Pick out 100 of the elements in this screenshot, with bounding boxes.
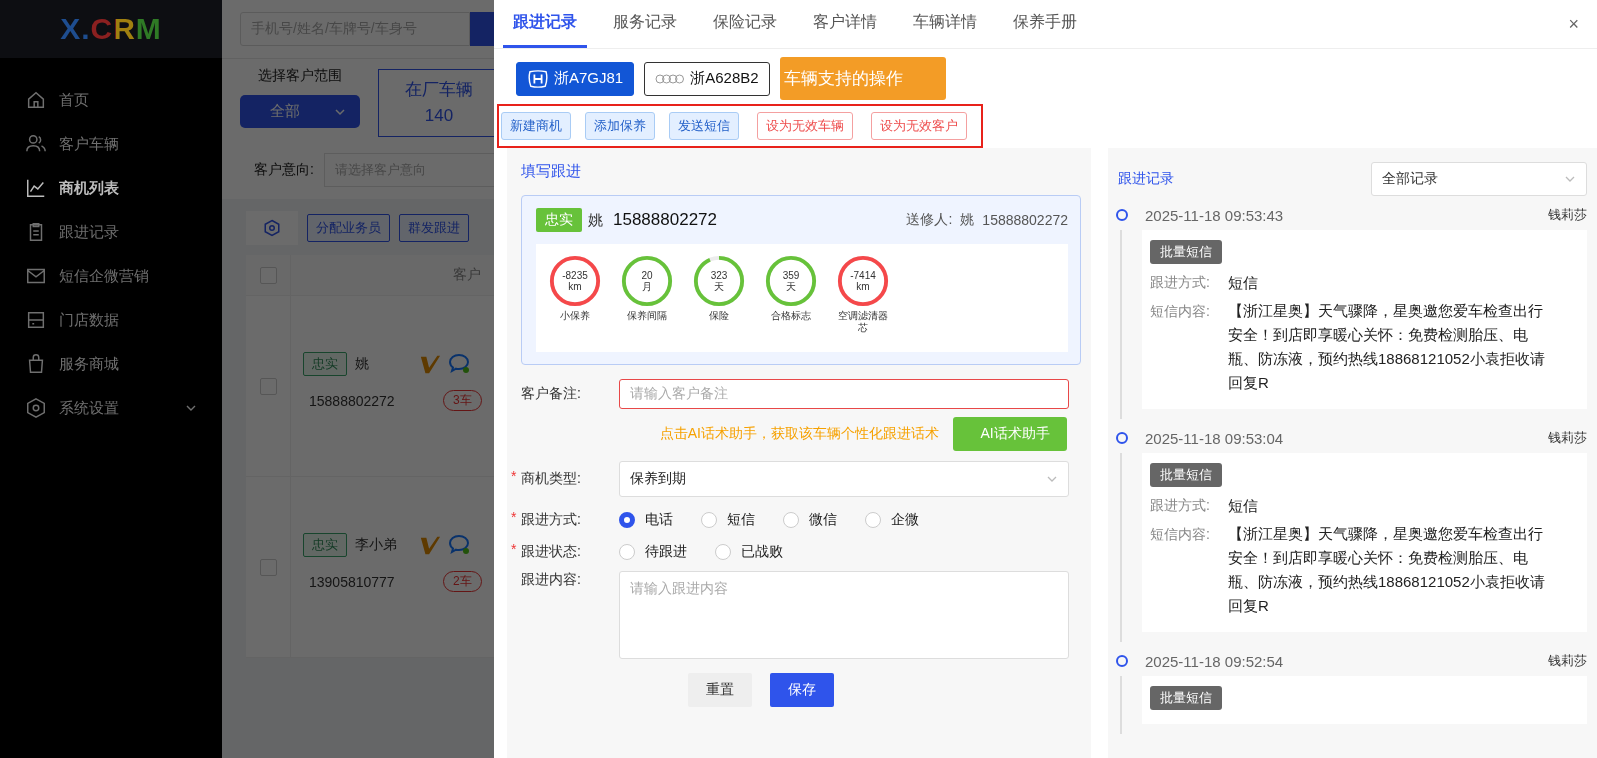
record-tag: 批量短信 [1150, 686, 1222, 710]
gauge-label: 保养间隔 [626, 310, 668, 322]
action-button[interactable]: 添加保养 [585, 112, 655, 140]
field-label: 客户备注: [521, 385, 582, 403]
required-mark: * [511, 468, 518, 484]
radio-option[interactable]: 电话 [619, 511, 673, 529]
timeline-dot [1116, 655, 1128, 667]
sidebar-item[interactable]: 短信企微营销 [0, 254, 222, 298]
section-title: 填写跟进 [521, 162, 582, 181]
menu-icon [25, 177, 47, 199]
customer-tag: 忠实 [303, 352, 347, 376]
record-label: 短信内容: [1150, 303, 1211, 321]
sidebar-item[interactable]: 首页 [0, 78, 222, 122]
chat-icon [447, 533, 471, 557]
progress-ring [765, 255, 817, 307]
tab[interactable]: 客户详情 [803, 0, 887, 48]
customer-phone: 13905810777 [309, 573, 396, 590]
rings-icon [655, 72, 686, 85]
required-mark: * [511, 509, 518, 525]
record-person: 钱莉莎 [1548, 652, 1587, 670]
record-person: 钱莉莎 [1548, 429, 1587, 447]
section-title: 跟进记录 [1118, 170, 1174, 188]
progress-ring [549, 255, 601, 307]
radio-option[interactable]: 短信 [701, 511, 755, 529]
radio-option[interactable]: 企微 [865, 511, 919, 529]
record-time: 2025-11-18 09:52:54 [1145, 652, 1285, 670]
settings-button[interactable] [246, 211, 298, 245]
menu-icon [25, 397, 47, 419]
gauge-label: 保险 [708, 310, 730, 322]
timeline-dot [1116, 432, 1128, 444]
customer-name: 姚 [588, 210, 603, 230]
tab[interactable]: 服务记录 [603, 0, 687, 48]
vehicle-plate[interactable]: 浙A7GJ81 [516, 61, 635, 96]
v-icon [419, 353, 441, 375]
customer-name: 李小弟 [355, 536, 398, 554]
sender-phone: 15888802272 [982, 212, 1068, 228]
field-label: 商机类型: [521, 470, 582, 488]
record-label: 跟进方式: [1150, 274, 1211, 292]
record-tag: 批量短信 [1150, 240, 1222, 264]
progress-ring [621, 255, 673, 307]
gauge-label: 小保养 [559, 310, 591, 322]
sender-label: 送修人: [906, 211, 953, 229]
record-time: 2025-11-18 09:53:04 [1145, 429, 1285, 447]
gauge-value: 359 天 [782, 270, 800, 292]
record-value: 短信 [1228, 497, 1258, 516]
close-button[interactable]: × [1550, 0, 1597, 48]
customer-phone: 15888802272 [613, 210, 717, 230]
record-filter-select[interactable]: 全部记录 [1371, 162, 1587, 196]
radio-option[interactable]: 待跟进 [619, 543, 687, 561]
gauge-label: 空调滤清器芯 [837, 310, 889, 334]
progress-ring [837, 255, 889, 307]
record-message: 【浙江星奥】天气骤降，星奥邀您爱车检查出行安全！到店即享暖心关怀：免费检测胎压、电瓶、防冻液，预约热线18868121052小袁拒收请回复R [1228, 301, 1546, 393]
filter-label: 选择客户范围 [258, 67, 342, 85]
type-select[interactable]: 保养到期 [619, 461, 1069, 497]
record-message: 【浙江星奥】天气骤降，星奥邀您爱车检查出行安全！到店即享暖心关怀：免费检测胎压、电瓶、防冻液，预约热线18868121052小袁拒收请回复R [1228, 524, 1546, 616]
field-label: 跟进方式: [521, 511, 582, 529]
reset-button[interactable]: 重置 [688, 673, 752, 707]
settings-icon [263, 219, 281, 237]
record-label: 跟进方式: [1150, 497, 1211, 515]
scope-dropdown[interactable]: 全部 [240, 95, 360, 128]
sidebar-item[interactable]: 服务商城 [0, 342, 222, 386]
sidebar-item[interactable]: 门店数据 [0, 298, 222, 342]
vehicle-plate[interactable]: 浙A628B2 [644, 61, 770, 96]
timeline-dot [1116, 209, 1128, 221]
record-value: 短信 [1228, 274, 1258, 293]
customer-name: 姚 [355, 355, 370, 373]
menu-icon [25, 309, 47, 331]
action-button[interactable]: 设为无效客户 [871, 112, 967, 140]
v-icon [419, 534, 441, 556]
sidebar-item[interactable]: 客户车辆 [0, 122, 222, 166]
gauge-value: -7414 km [850, 270, 876, 292]
gauge-value: 323 天 [710, 270, 728, 292]
chat-icon [447, 352, 471, 376]
tab[interactable]: 跟进记录 [503, 0, 587, 48]
action-button[interactable]: 新建商机 [501, 112, 571, 140]
ai-hint: 点击AI话术助手，获取该车辆个性化跟进话术 [659, 425, 939, 443]
tab[interactable]: 车辆详情 [903, 0, 987, 48]
gauge-label: 合格标志 [770, 310, 812, 322]
radio-option[interactable]: 微信 [783, 511, 837, 529]
action-button[interactable]: 设为无效车辆 [757, 112, 853, 140]
save-button[interactable]: 保存 [770, 673, 834, 707]
tab[interactable]: 保险记录 [703, 0, 787, 48]
radio[interactable] [619, 512, 635, 528]
record-time: 2025-11-18 09:53:43 [1145, 206, 1285, 224]
gauge-value: 20 月 [641, 270, 653, 292]
record-label: 短信内容: [1150, 526, 1211, 544]
car-badge-icon [527, 69, 549, 88]
sidebar-item[interactable]: 商机列表 [0, 166, 222, 210]
required-mark: * [511, 541, 518, 557]
tab[interactable]: 保养手册 [1003, 0, 1087, 48]
sidebar-item[interactable]: 跟进记录 [0, 210, 222, 254]
progress-ring [693, 255, 745, 307]
radio-option[interactable]: 已战败 [715, 543, 783, 561]
action-button[interactable]: 发送短信 [669, 112, 739, 140]
customer-tag: 忠实 [536, 208, 582, 232]
customer-phone: 15888802272 [309, 392, 396, 409]
sidebar-item[interactable]: 系统设置 [0, 386, 222, 430]
customer-tag: 忠实 [303, 533, 347, 557]
record-person: 钱莉莎 [1548, 206, 1587, 224]
annotation-label: 车辆支持的操作 [779, 57, 946, 100]
